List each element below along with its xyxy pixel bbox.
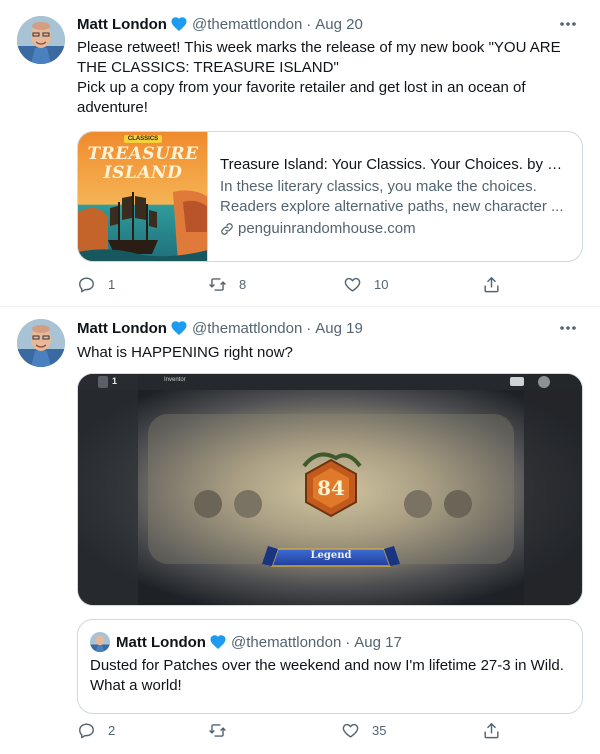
retweet-button[interactable]: 8 xyxy=(208,275,246,294)
like-count: 10 xyxy=(374,276,389,292)
tweet-text: What is HAPPENING right now? xyxy=(77,343,577,363)
link-card-domain-row: penguinrandomhouse.com xyxy=(220,219,570,239)
tweet-text-line: Please retweet! This week marks the rele… xyxy=(77,39,561,56)
quoted-author-handle: @themattlondon xyxy=(230,633,342,651)
tweet-text-line: THE CLASSICS: TREASURE ISLAND" xyxy=(77,59,339,76)
verified-badge-icon xyxy=(170,319,188,337)
retweet-button[interactable] xyxy=(208,721,239,740)
reply-count: 1 xyxy=(108,276,116,292)
tweet-date[interactable]: Aug 20 xyxy=(315,16,363,33)
rank-banner-text: Legend xyxy=(310,550,352,561)
quoted-text-line: What a world! xyxy=(90,677,182,694)
separator-dot: · xyxy=(345,633,351,651)
share-button[interactable] xyxy=(482,721,501,740)
tweet-text-line: What is HAPPENING right now? xyxy=(77,344,293,361)
quoted-text: Dusted for Patches over the weekend and … xyxy=(90,656,574,696)
reply-icon xyxy=(79,722,94,738)
share-icon xyxy=(484,722,499,738)
verified-badge-icon xyxy=(170,15,188,33)
cover-badge: CLASSICS xyxy=(127,136,159,142)
link-card-body[interactable]: Treasure Island: Your Classics. Your Cho… xyxy=(208,132,582,261)
link-card-description-line: Readers explore alternative paths, new c… xyxy=(220,197,564,215)
tweet-date[interactable]: Aug 19 xyxy=(315,320,363,337)
quoted-text-line: Dusted for Patches over the weekend and … xyxy=(90,657,564,674)
tweet-text: Please retweet! This week marks the rele… xyxy=(77,38,577,118)
author-handle[interactable]: @themattlondon xyxy=(192,320,302,337)
like-count: 35 xyxy=(372,722,387,738)
top-label: Inventor xyxy=(164,377,186,383)
book-cover-image: CLASSICS TREASURE ISLAND xyxy=(78,132,208,261)
like-icon xyxy=(342,723,359,738)
retweet-icon xyxy=(209,723,226,737)
more-options-icon[interactable] xyxy=(556,318,580,338)
link-card-description-line: In these literary classics, you make the… xyxy=(220,177,537,195)
cover-title-line: TREASURE xyxy=(87,144,199,164)
verified-badge-icon xyxy=(209,633,227,651)
like-button[interactable]: 35 xyxy=(341,721,386,740)
quoted-tweet[interactable]: Matt London @themattlondon · Aug 17 Dust… xyxy=(77,619,583,714)
quoted-date: Aug 17 xyxy=(354,633,402,651)
link-card-description: In these literary classics, you make the… xyxy=(220,177,570,217)
reply-button[interactable]: 1 xyxy=(77,275,115,294)
quoted-header: Matt London @themattlondon · Aug 17 xyxy=(116,632,402,652)
avatar[interactable] xyxy=(17,319,65,367)
link-card[interactable]: CLASSICS TREASURE ISLAND Treasure Island… xyxy=(77,131,583,262)
author-handle[interactable]: @themattlondon xyxy=(192,16,302,33)
top-left-count: 1 xyxy=(112,376,118,386)
link-icon xyxy=(221,222,233,235)
tweet-text-line: Pick up a copy from your favorite retail… xyxy=(77,79,526,96)
quoted-author-name: Matt London xyxy=(116,633,206,651)
tweet-header: Matt London @themattlondon · Aug 20 xyxy=(77,14,363,34)
reply-icon xyxy=(79,276,94,292)
cover-title-line: ISLAND xyxy=(103,163,183,183)
retweet-icon xyxy=(209,277,226,291)
reply-button[interactable]: 2 xyxy=(77,721,115,740)
rank-number: 84 xyxy=(317,476,345,500)
tweet[interactable]: Matt London @themattlondon · Aug 19 What… xyxy=(0,307,600,754)
tweet[interactable]: Matt London @themattlondon · Aug 20 Plea… xyxy=(0,0,600,307)
retweet-count: 8 xyxy=(239,276,247,292)
link-card-title[interactable]: Treasure Island: Your Classics. Your Cho… xyxy=(220,155,570,175)
tweet-actions: 2 35 xyxy=(77,720,507,740)
link-card-domain: penguinrandomhouse.com xyxy=(238,219,416,237)
quoted-avatar xyxy=(90,632,110,652)
tweet-text-line: adventure! xyxy=(77,99,148,116)
share-button[interactable] xyxy=(482,275,501,294)
tweet-actions: 1 8 10 xyxy=(77,274,507,294)
author-name[interactable]: Matt London xyxy=(77,16,167,33)
like-icon xyxy=(344,277,361,292)
separator-dot: · xyxy=(306,15,312,33)
like-button[interactable]: 10 xyxy=(343,275,388,294)
reply-count: 2 xyxy=(108,722,116,738)
avatar[interactable] xyxy=(17,16,65,64)
author-name[interactable]: Matt London xyxy=(77,320,167,337)
tweet-header: Matt London @themattlondon · Aug 19 xyxy=(77,318,363,338)
more-options-icon[interactable] xyxy=(556,14,580,34)
share-icon xyxy=(484,276,499,292)
game-screenshot-image[interactable]: 84 Legend 1 Inventor xyxy=(77,373,583,606)
separator-dot: · xyxy=(306,319,312,337)
